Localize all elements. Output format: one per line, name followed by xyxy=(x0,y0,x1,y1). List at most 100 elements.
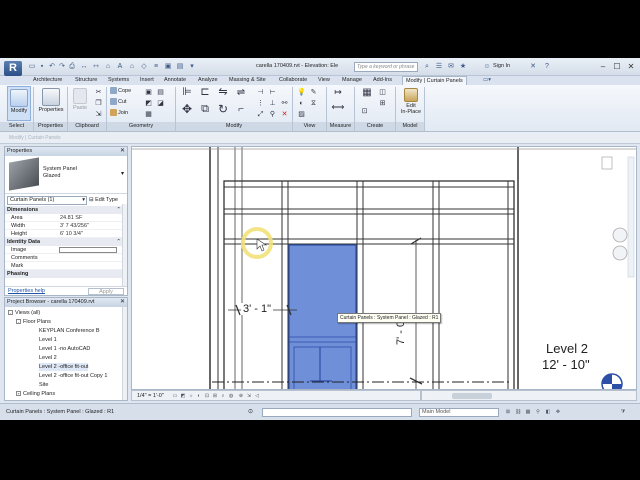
close-icon[interactable]: ✕ xyxy=(120,298,125,307)
move-icon[interactable]: ✥ xyxy=(180,103,194,119)
view-scale[interactable]: 1/4" = 1'-0" xyxy=(137,393,164,399)
properties-button[interactable]: Properties xyxy=(37,86,65,121)
curtain-wall-frame[interactable] xyxy=(223,180,515,390)
expand-toggle[interactable]: + xyxy=(16,391,21,397)
undo-icon[interactable]: ↶ xyxy=(48,63,56,71)
type-selector[interactable]: System Panel Glazed ▾ xyxy=(5,156,127,194)
tree-item-view[interactable]: Level 1 -no AutoCAD xyxy=(39,345,90,353)
paste-button[interactable]: Paste xyxy=(70,86,90,121)
canvas-vscrollbar[interactable] xyxy=(627,156,635,278)
create-similar-icon[interactable]: ⊡ xyxy=(360,107,369,116)
view-paint-icon[interactable]: ▨ xyxy=(297,110,306,119)
window-controls-icon[interactable] xyxy=(601,156,613,170)
horizontal-dimension-label[interactable]: 3' - 1" xyxy=(241,303,274,315)
split-face-icon[interactable]: ◩ xyxy=(144,99,153,108)
analytical-model-icon[interactable]: ⊕ xyxy=(238,393,244,399)
view-filter-icon[interactable]: ⧖ xyxy=(309,99,318,108)
properties-help-link[interactable]: Properties help xyxy=(8,288,45,294)
open-icon[interactable]: ▭ xyxy=(28,63,36,71)
hscroll-thumb[interactable] xyxy=(452,393,492,399)
properties-scrollbar[interactable] xyxy=(122,204,127,286)
level-elevation-label[interactable]: 12' - 10" xyxy=(542,357,590,372)
tree-item-ceiling-plans[interactable]: + Ceiling Plans xyxy=(16,390,55,398)
drawing-area[interactable]: 3' - 1" 7' - 0" Level 2 12' - 10" xyxy=(131,146,637,390)
user-icon[interactable]: ☺ xyxy=(482,62,492,72)
array-icon[interactable]: ⋮ xyxy=(256,99,265,108)
detail-level-icon[interactable]: ▭ xyxy=(172,393,178,399)
match-type-icon[interactable]: ⇲ xyxy=(94,110,103,119)
close-icon[interactable]: ✕ xyxy=(120,147,125,156)
tab-annotate[interactable]: Annotate xyxy=(164,76,186,85)
filter-icon[interactable]: ⧩ xyxy=(620,409,626,415)
application-menu-button[interactable]: R xyxy=(4,61,22,76)
tag-icon[interactable]: ⌂ xyxy=(104,63,112,71)
cope-button[interactable]: Cope xyxy=(110,87,131,96)
aligned-dimension-icon[interactable]: ⇿ xyxy=(92,63,100,71)
select-underlay-icon[interactable]: ▦ xyxy=(525,409,531,415)
status-input-field[interactable] xyxy=(262,408,412,417)
shadows-icon[interactable]: ◐ xyxy=(196,393,202,399)
remove-paint-icon[interactable]: ◪ xyxy=(156,99,165,108)
tree-item-view[interactable]: Level 1 xyxy=(39,336,57,344)
visual-style-icon[interactable]: ◩ xyxy=(180,393,186,399)
override-graphics-icon[interactable]: ✎ xyxy=(309,88,318,97)
hide-in-view-icon[interactable]: 💡 xyxy=(297,88,306,97)
modify-button[interactable]: Modify xyxy=(7,86,31,121)
split-gap-icon[interactable]: ⊢ xyxy=(268,88,277,97)
trim-icon[interactable]: ⌐ xyxy=(234,105,248,119)
tree-item-view[interactable]: Level 2 -office fit-out Copy 1 xyxy=(39,372,107,380)
mirror-draw-axis-icon[interactable]: ⇌ xyxy=(234,88,248,102)
reveal-hidden-icon[interactable]: ◍ xyxy=(228,393,234,399)
binoculars-icon[interactable]: ⌕ xyxy=(422,62,432,72)
instance-filter-dropdown[interactable]: Curtain Panels (1) ▾ xyxy=(7,196,87,205)
tree-item-view[interactable]: KEYPLAN Conference B xyxy=(39,327,100,335)
section-icon[interactable]: ◇ xyxy=(140,63,148,71)
select-pinned-icon[interactable]: ⚲ xyxy=(535,409,541,415)
identity-data-group[interactable]: Identity Data ⌃ xyxy=(5,238,127,246)
image-value-field[interactable] xyxy=(59,247,117,253)
tree-item-view[interactable]: Site xyxy=(39,381,48,389)
split-icon[interactable]: ⊣ xyxy=(256,88,265,97)
close-hidden-icon[interactable]: ▣ xyxy=(164,63,172,71)
tab-view[interactable]: View xyxy=(318,76,330,85)
zoom-icon[interactable] xyxy=(612,245,628,261)
collapse-toggle[interactable]: - xyxy=(16,319,21,325)
active-model-dropdown[interactable]: Main Model xyxy=(419,408,499,417)
sun-path-icon[interactable]: ☼ xyxy=(188,393,194,399)
join-button[interactable]: Join xyxy=(110,109,128,118)
linework-icon[interactable]: ◐ xyxy=(297,99,306,108)
tree-item-views[interactable]: - Views (all) xyxy=(8,309,40,317)
rotate-icon[interactable]: ↻ xyxy=(216,103,230,119)
copy-icon[interactable]: ❐ xyxy=(94,99,103,108)
select-panel-label[interactable]: Select xyxy=(0,122,33,131)
tab-collaborate[interactable]: Collaborate xyxy=(279,76,307,85)
measure-between-icon[interactable]: ↦ xyxy=(330,88,346,97)
select-links-icon[interactable]: ⛓ xyxy=(515,409,521,415)
drag-elements-icon[interactable]: ✥ xyxy=(555,409,561,415)
apply-button[interactable]: Apply xyxy=(88,288,124,295)
dimensions-group[interactable]: Dimensions ⌃ xyxy=(5,206,127,214)
thin-lines-icon[interactable]: ≡ xyxy=(152,63,160,71)
edit-in-place-button[interactable]: Edit In-Place xyxy=(399,86,423,121)
select-by-face-icon[interactable]: ◧ xyxy=(545,409,551,415)
mirror-icon[interactable]: ⇋ xyxy=(216,87,230,102)
tab-manage[interactable]: Manage xyxy=(342,76,362,85)
phasing-group[interactable]: Phasing xyxy=(5,270,127,278)
cut-geometry-button[interactable]: Cut xyxy=(110,98,127,107)
align-icon[interactable]: ⊫ xyxy=(180,87,194,102)
scale-icon[interactable]: ⤢ xyxy=(256,110,265,119)
editable-only-icon[interactable]: ⊠ xyxy=(505,409,511,415)
tab-analyze[interactable]: Analyze xyxy=(198,76,218,85)
cut-icon[interactable]: ✂ xyxy=(94,88,103,97)
demolish-icon[interactable]: ▤ xyxy=(156,88,165,97)
delete-icon[interactable]: ✕ xyxy=(280,110,289,119)
switch-windows-icon[interactable]: ▤ xyxy=(176,63,184,71)
copy-element-icon[interactable]: ⧉ xyxy=(198,104,212,119)
create-parts-icon[interactable]: ◫ xyxy=(378,88,387,97)
chevron-down-icon[interactable]: ▾ xyxy=(121,170,124,177)
tab-structure[interactable]: Structure xyxy=(75,76,97,85)
favorites-icon[interactable]: ★ xyxy=(458,62,468,72)
create-group-icon[interactable]: ▦ xyxy=(360,88,374,102)
maximize-button[interactable]: ☐ xyxy=(610,61,624,72)
crop-region-icon[interactable]: ⊞ xyxy=(212,393,218,399)
